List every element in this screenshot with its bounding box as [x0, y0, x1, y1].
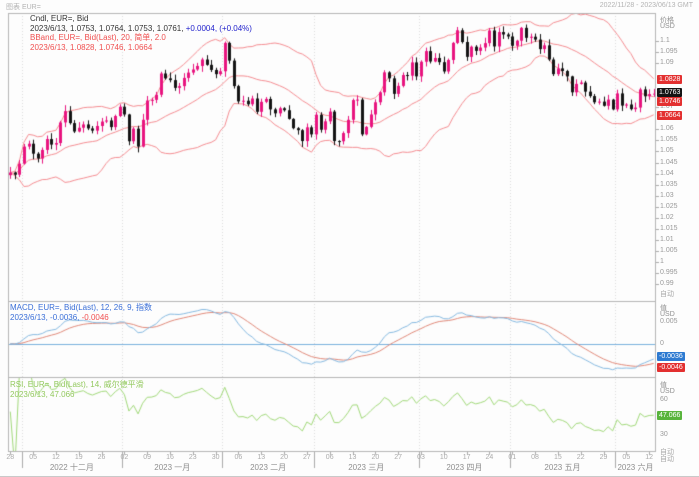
price-tick-label: 0.99 [660, 280, 674, 287]
price-tick-label: 1.035 [660, 181, 678, 188]
x-day-label: 05 [622, 454, 630, 461]
x-day-label: 13 [349, 454, 357, 461]
rsi-legend[interactable]: RSI, EUR=, Bid(Last), 14, 威尔德平滑 2023/6/1… [10, 380, 144, 399]
price-tick-label: 1.015 [660, 225, 678, 232]
price-tick-label: 1.055 [660, 136, 678, 143]
x-day-label: 03 [417, 454, 425, 461]
macd-tick-label: 0.005 [660, 318, 678, 325]
x-day-label: 27 [303, 454, 311, 461]
x-day-label: 17 [463, 454, 471, 461]
macd-axis-box: -0.0036 [657, 352, 685, 361]
x-day-label: 29 [600, 454, 608, 461]
macd-tick-label: 0 [660, 340, 664, 347]
x-month-label: 2023 四月 [446, 462, 482, 473]
x-day-label: 28 [6, 454, 14, 461]
x-day-label: 15 [554, 454, 562, 461]
price-axis-box: 1.0763 [657, 88, 682, 97]
x-day-label: 12 [52, 454, 60, 461]
rsi-legend-series: RSI, EUR=, Bid(Last), 14, 威尔德平滑 [10, 380, 144, 389]
price-legend-ohlc: 2023/6/13, 1.0753, 1.0764, 1.0753, 1.076… [30, 24, 183, 33]
rsi-legend-value: 2023/6/13, 47.066 [10, 390, 75, 399]
macd-axis-unit: USD [660, 311, 675, 318]
price-legend[interactable]: Cndl, EUR=, Bid 2023/6/13, 1.0753, 1.076… [30, 14, 252, 52]
x-day-label: 08 [531, 454, 539, 461]
bband-legend-values: 2023/6/13, 1.0828, 1.0746, 1.0664 [30, 43, 152, 52]
x-day-label: 12 [645, 454, 653, 461]
rsi-tick-label: 60 [660, 396, 668, 403]
rsi-axis-box: 47.066 [657, 411, 682, 420]
price-tick-label: 1.06 [660, 125, 674, 132]
x-day-label: 05 [29, 454, 37, 461]
price-axis-box: 1.0828 [657, 75, 682, 84]
price-legend-series: Cndl, EUR=, Bid [30, 14, 88, 23]
x-day-label: 19 [75, 454, 83, 461]
price-axis-unit: USD [660, 23, 675, 30]
x-day-label: 10 [440, 454, 448, 461]
price-axis-box: 1.0746 [657, 97, 682, 106]
x-day-label: 24 [486, 454, 494, 461]
price-tick-label: 1.02 [660, 214, 674, 221]
macd-axis-box: -0.0046 [657, 363, 685, 372]
price-tick-label: 1.09 [660, 59, 674, 66]
rsi-axis-unit: USD [660, 388, 675, 395]
price-axis-box: 1.0664 [657, 111, 682, 120]
macd-legend-series: MACD, EUR=, Bid(Last), 12, 26, 9, 指数 [10, 303, 152, 312]
chart-window: 图表 EUR= 2022/11/28 - 2023/06/13 GMT Cndl… [0, 0, 699, 477]
price-tick-label: 0.995 [660, 269, 678, 276]
x-month-label: 2023 一月 [154, 462, 190, 473]
price-tick-label: 1.095 [660, 48, 678, 55]
price-tick-label: 1.05 [660, 147, 674, 154]
x-month-label: 2023 三月 [348, 462, 384, 473]
x-day-label: 26 [98, 454, 106, 461]
x-day-label: 06 [235, 454, 243, 461]
x-day-label: 13 [257, 454, 265, 461]
x-day-label: 27 [394, 454, 402, 461]
rsi-tick-label: 30 [660, 431, 668, 438]
x-day-label: 16 [166, 454, 174, 461]
x-day-label: 09 [143, 454, 151, 461]
x-month-label: 2023 五月 [544, 462, 580, 473]
macd-legend-value: 2023/6/13, -0.0036, [10, 313, 79, 322]
price-tick-label: 1 [660, 258, 664, 265]
x-day-label: 06 [326, 454, 334, 461]
price-legend-change: +0.0004, (+0.04%) [183, 24, 252, 33]
bband-legend: BBand, EUR=, Bid(Last), 20, 简单, 2.0 [30, 33, 166, 42]
x-day-label: 02 [120, 454, 128, 461]
macd-legend-signal-value: -0.0046 [79, 313, 108, 322]
x-day-label: 30 [212, 454, 220, 461]
price-tick-label: 1.005 [660, 247, 678, 254]
x-day-label: 20 [280, 454, 288, 461]
x-day-label: 20 [371, 454, 379, 461]
price-tick-label: 1.01 [660, 236, 674, 243]
x-day-label: 23 [189, 454, 197, 461]
price-tick-label: 1.03 [660, 192, 674, 199]
chart-canvas[interactable] [0, 0, 699, 476]
price-axis-auto[interactable]: 自动 [660, 289, 674, 299]
price-tick-label: 1.025 [660, 203, 678, 210]
x-axis-auto[interactable]: 自动 [660, 454, 674, 464]
price-tick-label: 1.045 [660, 159, 678, 166]
x-day-label: 22 [577, 454, 585, 461]
x-day-label: 01 [508, 454, 516, 461]
macd-legend[interactable]: MACD, EUR=, Bid(Last), 12, 26, 9, 指数 202… [10, 303, 152, 322]
x-month-label: 2023 六月 [617, 462, 653, 473]
price-tick-label: 1.04 [660, 170, 674, 177]
x-month-label: 2022 十二月 [50, 462, 94, 473]
x-month-label: 2023 二月 [250, 462, 286, 473]
price-tick-label: 1.1 [660, 37, 670, 44]
